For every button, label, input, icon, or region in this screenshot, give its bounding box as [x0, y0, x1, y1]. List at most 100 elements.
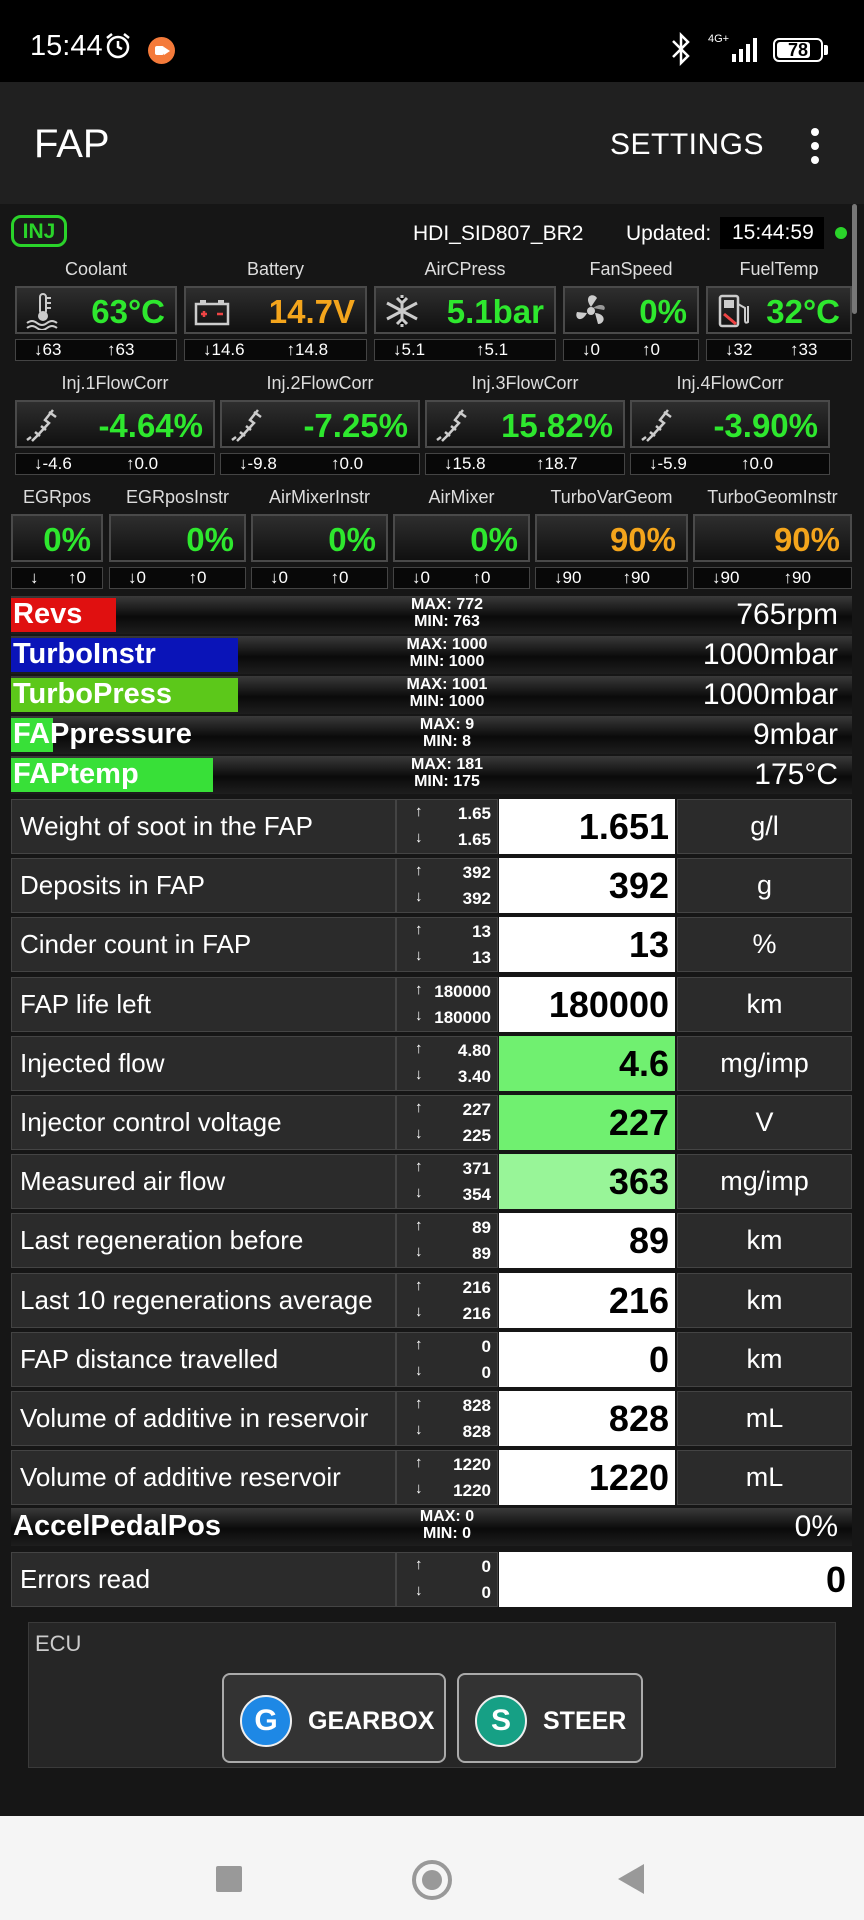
gauge-minmax: ↓0 ↑0	[563, 339, 699, 361]
battery-icon: 78	[773, 38, 823, 62]
back-icon[interactable]	[618, 1864, 644, 1894]
gauge-minmax: ↓90 ↑90	[693, 567, 852, 589]
param-value: 392	[499, 858, 675, 914]
param-value: 0	[499, 1552, 852, 1607]
param-min: 1220	[453, 1481, 491, 1501]
up-arrow-icon: ↑	[415, 1454, 423, 1472]
bar-minmax: MAX: 1000 MIN: 1000	[387, 636, 507, 670]
gauge-inj-4flowcorr[interactable]: -3.90%	[630, 400, 830, 448]
param-unit: mg/imp	[677, 1154, 852, 1210]
more-options-icon[interactable]	[800, 124, 830, 168]
bar-minmax: MAX: 0 MIN: 0	[387, 1508, 507, 1542]
gauge-aircpress[interactable]: 5.1bar	[374, 286, 556, 334]
bar-revs[interactable]: Revs MAX: 772 MIN: 763 765rpm	[11, 596, 852, 634]
param-min: 828	[462, 1422, 491, 1441]
gauge-min-value: 0	[136, 568, 146, 587]
gauge-label: FuelTemp	[739, 259, 819, 279]
down-arrow-icon: ↓	[393, 340, 402, 359]
gauge-min-value: -5.9	[657, 454, 687, 473]
gearbox-button[interactable]: G GEARBOX	[222, 1673, 446, 1763]
bar-turbopress[interactable]: TurboPress MAX: 1001 MIN: 1000 1000mbar	[11, 676, 852, 714]
fuel-pump-icon	[714, 292, 754, 330]
gauge-inj-1flowcorr[interactable]: -4.64%	[15, 400, 215, 448]
gauge-minmax: ↓-4.6 ↑0.0	[15, 453, 215, 475]
bar-fappressure[interactable]: FAPpressure MAX: 9 MIN: 8 9mbar	[11, 716, 852, 754]
param-min: 354	[462, 1185, 491, 1205]
gauge-inj-3flowcorr[interactable]: 15.82%	[425, 400, 625, 448]
param-row[interactable]: Deposits in FAP ↑ 392 ↓ 392 392 g	[11, 858, 852, 914]
recents-icon[interactable]	[216, 1866, 242, 1892]
bar-turboinstr[interactable]: TurboInstr MAX: 1000 MIN: 1000 1000mbar	[11, 636, 852, 674]
gauge-fanspeed[interactable]: 0%	[563, 286, 699, 334]
gauge-airmixerinstr[interactable]: 0%	[251, 514, 388, 562]
gauge-fueltemp[interactable]: 32°C	[706, 286, 852, 334]
inj-badge[interactable]: INJ	[11, 215, 67, 247]
param-row[interactable]: Last 10 regenerations average ↑ 216 ↓ 216 216…	[11, 1272, 852, 1328]
gauge-max: ↑18.7	[536, 454, 578, 474]
gauge-min-value: 0	[420, 568, 430, 587]
gauge-minmax: ↓15.8 ↑18.7	[425, 453, 625, 475]
gauge-value: 14.7V	[268, 293, 355, 330]
up-arrow-icon: ↑	[642, 340, 651, 359]
param-row[interactable]: Volume of additive reservoir ↑ 1220 ↓ 1220 12…	[11, 1450, 852, 1506]
gauge-egrposinstr[interactable]: 0%	[109, 514, 246, 562]
up-arrow-icon: ↑	[415, 980, 423, 998]
navigation-bar	[0, 1816, 864, 1920]
bar-accelpedalpos[interactable]: AccelPedalPos MAX: 0 MIN: 0 0%	[11, 1508, 852, 1546]
gauge-coolant[interactable]: 63°C	[15, 286, 177, 334]
gauge-turbovargeom[interactable]: 90%	[535, 514, 688, 562]
bar-min: MIN: 763	[414, 613, 480, 630]
param-max: 180000	[434, 981, 491, 1001]
param-min: 225	[462, 1126, 491, 1145]
settings-button[interactable]: SETTINGS	[610, 128, 764, 162]
param-row[interactable]: FAP distance travelled ↑ 0 ↓ 0 0 km	[11, 1331, 852, 1387]
errors-row[interactable]: Errors read ↑ 0 ↓ 0 0	[11, 1552, 852, 1607]
param-row[interactable]: Weight of soot in the FAP ↑ 1.65 ↓ 1.65 1.651…	[11, 799, 852, 854]
gauge-value: -3.90%	[713, 407, 818, 444]
gauge-airmixer[interactable]: 0%	[393, 514, 530, 562]
param-row[interactable]: Injector control voltage ↑ 227 ↓ 225 227 V	[11, 1095, 852, 1150]
bar-label: TurboInstr	[13, 638, 156, 670]
bar-min: MIN: 1000	[409, 653, 485, 670]
param-name: Weight of soot in the FAP	[11, 799, 396, 854]
injector-icon	[638, 406, 678, 444]
up-arrow-icon: ↑	[415, 1217, 423, 1235]
gauge-turbogeominstr[interactable]: 90%	[693, 514, 852, 562]
param-row[interactable]: Injected flow ↑ 4.80 ↓ 3.40 4.6 mg/imp	[11, 1035, 852, 1091]
up-arrow-icon: ↑	[741, 454, 750, 473]
gauge-label: AirCPress	[424, 259, 506, 279]
gauge-label: Inj.4FlowCorr	[676, 373, 784, 393]
scrollbar[interactable]	[852, 204, 857, 314]
down-arrow-icon: ↓	[415, 1243, 423, 1261]
param-value: 180000	[499, 976, 675, 1032]
gauge-min-value: 63	[42, 340, 62, 359]
gauge-inj-2flowcorr[interactable]: -7.25%	[220, 400, 420, 448]
down-arrow-icon: ↓	[34, 454, 43, 473]
param-min: 0	[481, 1362, 491, 1382]
gauge-egrpos[interactable]: 0%	[11, 514, 103, 562]
gauge-min-value: 90	[720, 568, 740, 587]
param-minmax: ↑ 371 ↓ 354	[396, 1154, 498, 1210]
home-icon[interactable]	[412, 1860, 452, 1900]
gauge-battery[interactable]: 14.7V	[184, 286, 367, 334]
gauge-label: Coolant	[64, 259, 128, 279]
steer-button[interactable]: S STEER	[457, 1673, 643, 1763]
param-row[interactable]: Measured air flow ↑ 371 ↓ 354 363 mg/imp	[11, 1154, 852, 1210]
bar-max: MAX: 181	[410, 756, 484, 773]
param-row[interactable]: Volume of additive in reservoir ↑ 828 ↓ 828 8…	[11, 1391, 852, 1446]
param-min: 216	[462, 1303, 491, 1323]
gauge-min-value: -4.6	[42, 454, 72, 473]
param-minmax: ↑ 0 ↓ 0	[396, 1552, 498, 1607]
param-row[interactable]: FAP life left ↑ 180000 ↓ 180000 180000 km	[11, 976, 852, 1032]
param-value: 4.6	[499, 1035, 675, 1091]
down-arrow-icon: ↓	[712, 568, 721, 587]
param-row[interactable]: Cinder count in FAP ↑ 13 ↓ 13 13%	[11, 917, 852, 973]
param-unit: mg/imp	[677, 1035, 852, 1091]
param-row[interactable]: Last regeneration before ↑ 89 ↓ 89 89 km	[11, 1213, 852, 1269]
bar-label: AccelPedalPos	[13, 1510, 221, 1542]
bar-faptemp[interactable]: FAPtemp MAX: 181 MIN: 175 175°C	[11, 756, 852, 794]
gauge-max-value: 0.0	[749, 454, 774, 473]
param-max: 13	[472, 922, 491, 942]
param-value: 89	[499, 1213, 675, 1269]
signal-icon	[732, 38, 757, 62]
